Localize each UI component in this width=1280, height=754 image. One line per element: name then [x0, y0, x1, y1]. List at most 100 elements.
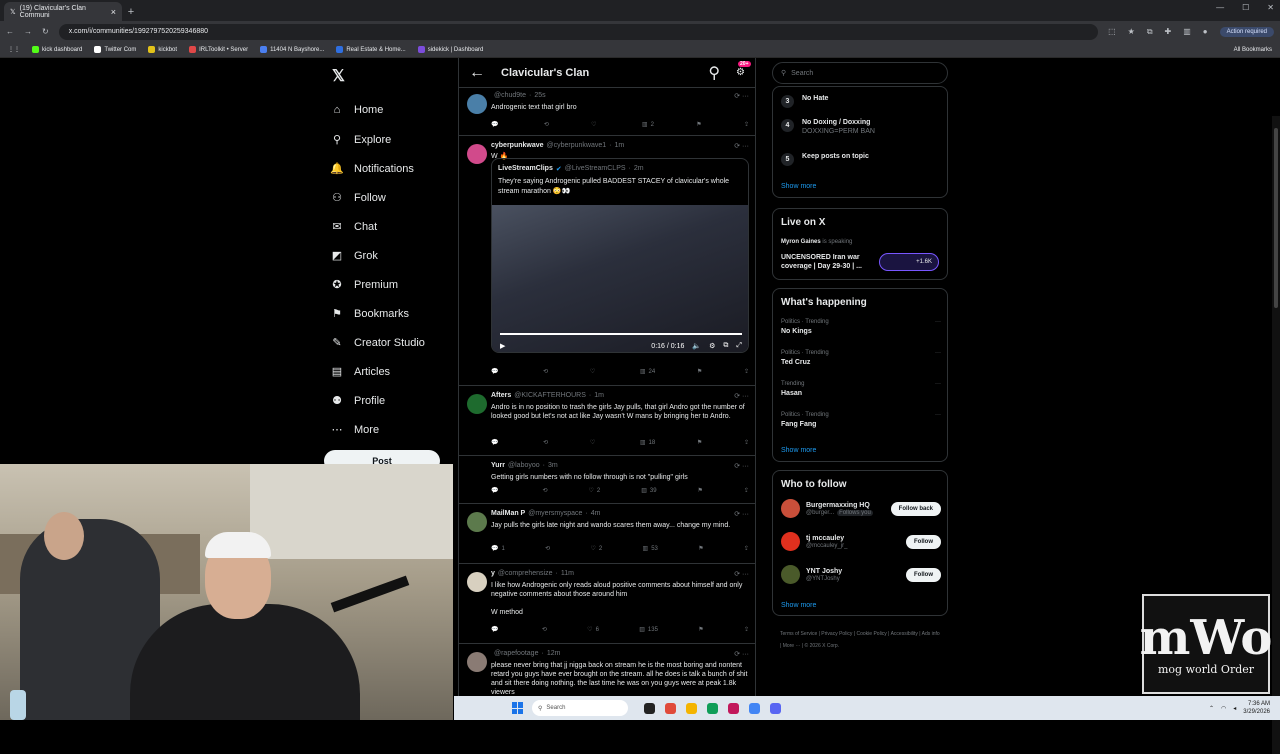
repost-button[interactable]: ⟲ [542, 487, 547, 494]
tweet-handle[interactable]: @myersmyspace [528, 510, 582, 517]
play-icon[interactable]: ▶ [500, 342, 505, 350]
app-icon[interactable] [728, 702, 739, 714]
scroll-thumb[interactable] [1274, 128, 1278, 308]
nav-item-grok[interactable]: ◩ Grok [330, 249, 378, 263]
tweet-avatar[interactable] [467, 394, 487, 414]
tweet-more-icon[interactable]: ⟳ ··· [734, 650, 749, 658]
trend-more-icon[interactable]: ··· [935, 412, 941, 418]
reply-button[interactable]: 💬 [491, 368, 501, 375]
views-button[interactable]: ▥ 135 [639, 626, 658, 633]
bookmark-button[interactable]: ⚑ [697, 368, 702, 375]
fullscreen-icon[interactable]: ⤢ [736, 342, 742, 350]
trend-item[interactable]: Trending Hasan ··· [781, 381, 941, 397]
puzzle-icon[interactable]: ✚ [1165, 27, 1172, 36]
repost-button[interactable]: ⟲ [543, 368, 548, 375]
nav-item-articles[interactable]: ▤ Articles [330, 365, 390, 379]
views-button[interactable]: ▥ 53 [643, 545, 658, 552]
explorer-app-icon[interactable] [686, 702, 697, 714]
tweet-handle[interactable]: @rapefootage [494, 650, 538, 657]
live-card[interactable]: Live on X Myron Gaines is speaking UNCEN… [772, 208, 948, 280]
nav-item-chat[interactable]: ✉ Chat [330, 220, 377, 234]
rules-show-more[interactable]: Show more [781, 183, 816, 190]
tweet-more-icon[interactable]: ⟳ ··· [734, 510, 749, 518]
bookmark-item[interactable]: Real Estate & Home... [336, 46, 406, 53]
all-bookmarks-link[interactable]: All Bookmarks [1234, 47, 1272, 53]
nav-item-premium[interactable]: ✪ Premium [330, 278, 398, 292]
back-arrow-icon[interactable]: ← [469, 64, 485, 82]
nav-item-profile[interactable]: ⚉ Profile [330, 394, 385, 408]
discord-app-icon[interactable] [770, 702, 781, 714]
share-button[interactable]: ⇪ [744, 487, 749, 494]
new-tab-button[interactable]: + [122, 3, 140, 21]
tweet[interactable]: y @comprehensize · 11m ⟳ ··· I like how Andro… [459, 564, 755, 644]
x-logo-icon[interactable]: 𝕏 [332, 66, 345, 86]
search-input[interactable]: ⚲ Search [772, 62, 948, 84]
bookmark-button[interactable]: ⚑ [698, 626, 703, 633]
tray-chevron-icon[interactable]: ⌃ [1209, 705, 1214, 712]
nav-item-more[interactable]: ⋯ More [330, 423, 380, 437]
tweet-avatar[interactable] [467, 144, 487, 164]
quoted-tweet[interactable]: LiveStreamClips ✔ @LiveStreamCLPS · 2m They'r… [491, 158, 749, 353]
live-listeners[interactable]: +1.6K [879, 253, 939, 271]
tweet-more-icon[interactable]: ⟳ ··· [734, 92, 749, 100]
repost-button[interactable]: ⟲ [545, 545, 550, 552]
footer-links[interactable]: Terms of Service | Privacy Policy | Cook… [780, 628, 940, 652]
tweet-avatar[interactable] [467, 652, 487, 672]
nav-item-notifications[interactable]: 🔔 Notifications [330, 162, 414, 176]
maximize-icon[interactable]: ☐ [1242, 3, 1249, 12]
views-button[interactable]: ▥ 2 [642, 121, 654, 128]
repost-button[interactable]: ⟲ [544, 121, 549, 128]
tweet[interactable]: Afters @KICKAFTERHOURS · 1m ⟳ ··· Andro is in… [459, 386, 755, 456]
mute-icon[interactable]: 🔈 [692, 342, 701, 350]
like-button[interactable]: ♡ [590, 439, 598, 446]
share-button[interactable]: ⇪ [744, 545, 749, 552]
tweet[interactable]: Yurr @laboyoo · 3m ⟳ ··· Getting girls number… [459, 456, 755, 504]
extension-icon[interactable]: ⧉ [1147, 27, 1153, 37]
trends-show-more[interactable]: Show more [781, 447, 816, 454]
like-button[interactable]: ♡ [590, 368, 598, 375]
page-scrollbar[interactable] [1272, 116, 1280, 754]
reply-button[interactable]: 💬 [491, 626, 501, 633]
tweet-avatar[interactable] [467, 94, 487, 114]
views-button[interactable]: ▥ 39 [641, 487, 656, 494]
sidepanel-icon[interactable]: ▥ [1183, 27, 1191, 36]
forward-icon[interactable]: → [24, 27, 32, 36]
volume-icon[interactable]: ◂ [1233, 705, 1236, 712]
bookmark-item[interactable]: sidekick | Dashboard [417, 46, 483, 53]
tweet-author-name[interactable]: cyberpunkwave [491, 142, 544, 149]
search-icon[interactable]: ⚲ [708, 63, 720, 83]
views-button[interactable]: ▥ 18 [640, 439, 655, 446]
trend-item[interactable]: Politics · Trending Ted Cruz ··· [781, 350, 941, 366]
nav-item-creator-studio[interactable]: ✎ Creator Studio [330, 336, 425, 350]
share-button[interactable]: ⇪ [744, 626, 749, 633]
like-button[interactable]: ♡ [591, 121, 599, 128]
reply-button[interactable]: 💬 1 [491, 545, 505, 552]
tweet-more-icon[interactable]: ⟳ ··· [734, 392, 749, 400]
close-tab-icon[interactable]: × [111, 7, 116, 17]
bookmark-item[interactable]: kickbot [148, 46, 177, 53]
bookmark-button[interactable]: ⚑ [698, 545, 703, 552]
repost-button[interactable]: ⟲ [542, 626, 547, 633]
tweet[interactable]: MailMan P @myersmyspace · 4m ⟳ ··· Jay pulls … [459, 504, 755, 564]
tweet-author-name[interactable]: Afters [491, 392, 511, 399]
settings-icon[interactable]: ⚙ [709, 342, 715, 350]
reload-icon[interactable]: ↻ [42, 27, 49, 36]
minimize-icon[interactable]: — [1216, 3, 1224, 12]
trend-more-icon[interactable]: ··· [935, 381, 941, 387]
install-icon[interactable]: ⬚ [1108, 27, 1116, 36]
tweet-avatar[interactable] [467, 464, 487, 484]
follow-avatar[interactable] [781, 565, 800, 584]
nav-item-bookmarks[interactable]: ⚑ Bookmarks [330, 307, 409, 321]
repost-button[interactable]: ⟲ [543, 439, 548, 446]
trend-item[interactable]: Politics · Trending No Kings ··· [781, 319, 941, 335]
quote-author-name[interactable]: LiveStreamClips [498, 165, 553, 173]
tweet[interactable]: cyberpunkwave @cyberpunkwave1 · 1m ⟳ ··· W 🔥 L… [459, 136, 755, 386]
tweet-handle[interactable]: @chud9te [494, 92, 526, 99]
close-window-icon[interactable]: ✕ [1267, 3, 1274, 12]
follow-name[interactable]: tj mccauley [806, 535, 847, 542]
browser-app-icon[interactable] [749, 702, 760, 714]
follow-avatar[interactable] [781, 499, 800, 518]
like-button[interactable]: ♡ 2 [590, 545, 602, 552]
share-button[interactable]: ⇪ [744, 439, 749, 446]
tweet[interactable]: @rapefootage · 12m ⟳ ··· please never bring … [459, 644, 755, 696]
